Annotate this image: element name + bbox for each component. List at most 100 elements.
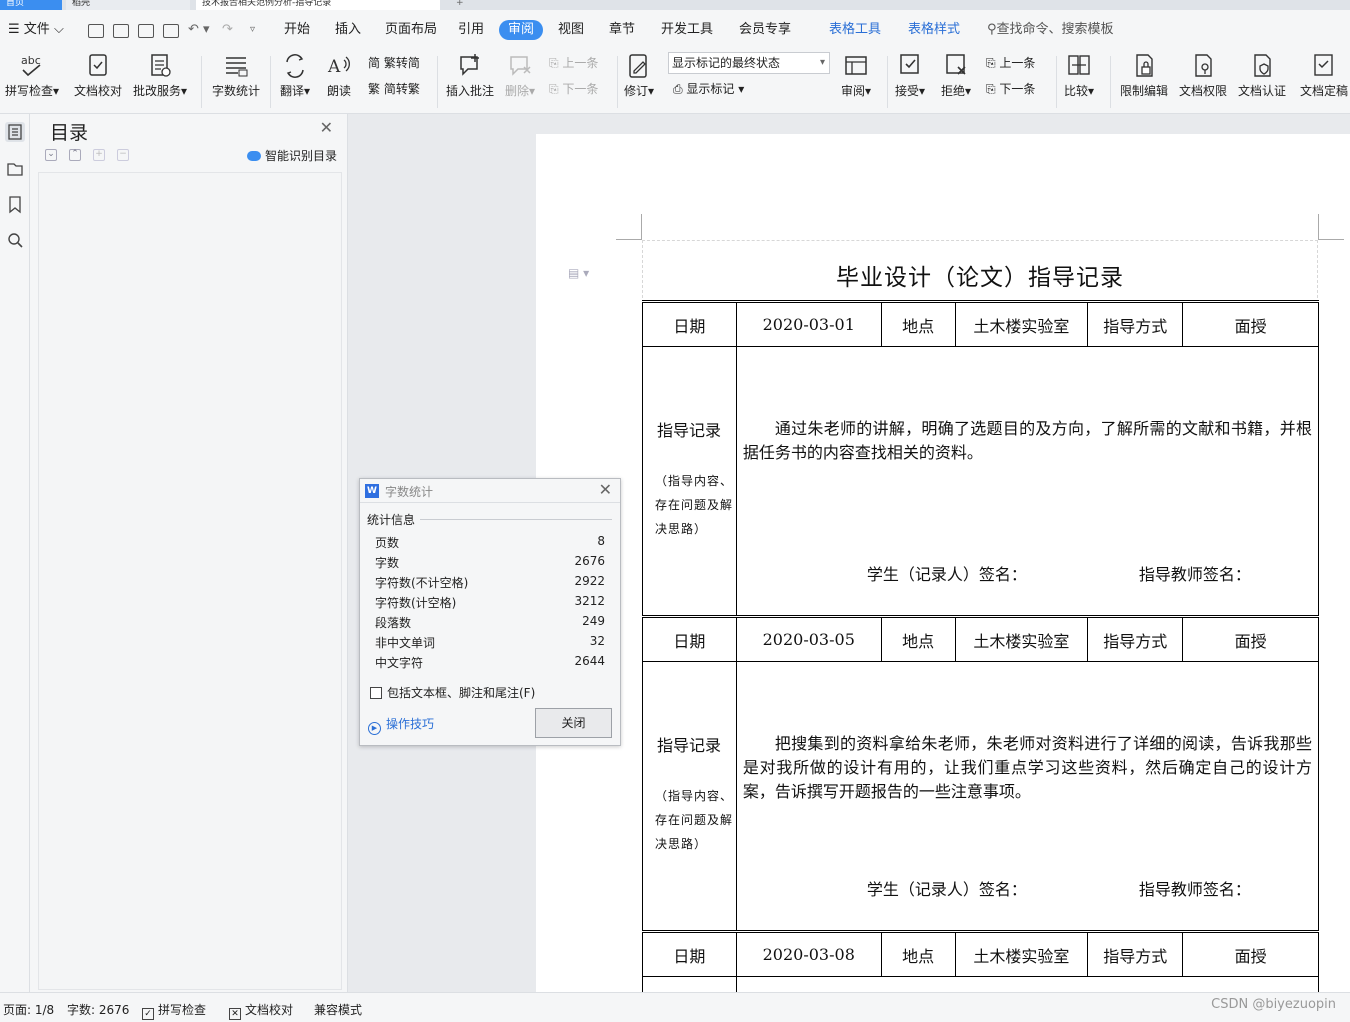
table-row: 日期 2020-03-01 地点 土木楼实验室 指导方式 面授 [642, 300, 1319, 347]
place-value[interactable]: 土木楼实验室 [954, 300, 1089, 347]
toc-nav-button[interactable] [5, 122, 25, 142]
delete-comment-button[interactable]: 删除▾ [505, 52, 535, 99]
bookmark-nav-button[interactable] [5, 194, 25, 214]
doc-permission-button[interactable]: 文档权限 [1179, 52, 1227, 99]
smart-toc-button[interactable]: 智能识别目录 [246, 147, 337, 164]
simp-to-trad-icon: 繁 [368, 82, 384, 96]
status-proofread-label: 文档校对 [245, 1003, 294, 1017]
review-pane-button[interactable]: 审阅▾ [841, 52, 871, 99]
dialog-title-bar[interactable]: W 字数统计 ✕ [360, 479, 620, 503]
compare-button[interactable]: 比较▾ [1064, 52, 1094, 99]
menu-item-start[interactable]: 开始 [284, 18, 310, 42]
page-indicator[interactable]: 页面: 1/8 [3, 1001, 54, 1018]
review-service-button[interactable]: 批改服务▾ [133, 52, 187, 99]
menu-item-chapter[interactable]: 章节 [609, 18, 635, 42]
word-count-button[interactable]: 字数统计 [212, 52, 260, 99]
dialog-title: 字数统计 [385, 485, 434, 499]
status-proofread[interactable]: ✕ 文档校对 [229, 1001, 293, 1020]
expand-all-icon[interactable]: ⌄ [45, 149, 57, 161]
markup-state-select[interactable]: 显示标记的最终状态 [668, 52, 830, 74]
record-body-cell[interactable]: 把搜集到的资料拿给朱老师，朱老师对资料进行了详细的阅读，告诉我那些是对我所做的设… [737, 662, 1318, 930]
dialog-close-button[interactable]: 关闭 [535, 708, 612, 738]
track-changes-button[interactable]: 修订▾ [624, 52, 654, 99]
tab-current-document[interactable]: 技术报告相关范例分析-指导记录 [196, 0, 440, 10]
accept-button[interactable]: 接受▾ [895, 52, 925, 99]
date-value[interactable]: 2020-03-08 [735, 930, 882, 977]
date-value[interactable]: 2020-03-01 [735, 300, 882, 347]
promote-level-icon[interactable]: + [93, 149, 105, 161]
mode-value[interactable]: 面授 [1182, 930, 1319, 977]
hamburger-icon: ☰ [8, 22, 24, 37]
translate-button[interactable]: 翻译▾ [280, 52, 310, 99]
record-body-cell[interactable]: 通过朱老师的讲解，明确了选题目的及方向，了解所需的文献和书籍，并根据任务书的内容… [737, 347, 1318, 615]
tab-home[interactable]: 首页 [0, 0, 62, 10]
check-icon: ✓ [142, 1008, 154, 1020]
command-search[interactable]: ⚲查找命令、搜索模板 [987, 18, 1114, 42]
finalize-icon [1311, 52, 1337, 80]
mode-value[interactable]: 面授 [1182, 615, 1319, 662]
mode-value[interactable]: 面授 [1182, 300, 1319, 347]
doc-certify-label: 文档认证 [1238, 84, 1287, 98]
spell-check-button[interactable]: abc 拼写检查▾ [5, 52, 59, 99]
read-aloud-label: 朗读 [326, 84, 351, 98]
print-icon[interactable] [138, 24, 154, 38]
document-page: 毕业设计（论文）指导记录 日期 2020-03-01 地点 土木楼实验室 指导方… [536, 134, 1350, 992]
status-spell-check[interactable]: ✓ 拼写检查 [142, 1001, 206, 1020]
review-pane-label: 审阅 [841, 84, 866, 98]
doc-finalize-button[interactable]: 文档定稿 [1300, 52, 1348, 99]
word-count-indicator[interactable]: 字数: 2676 [67, 1001, 129, 1018]
tips-link[interactable]: ▶ 操作技巧 [368, 715, 434, 735]
undo-icon[interactable]: ↶ ▾ [188, 18, 210, 42]
menu-item-layout[interactable]: 页面布局 [385, 18, 437, 42]
close-icon[interactable]: ✕ [599, 480, 612, 499]
tab-docer[interactable]: 稻壳 [66, 0, 190, 10]
tab-docer-label: 稻壳 [72, 0, 91, 8]
prev-change-button[interactable]: ⎘ 上一条 [986, 52, 1035, 74]
reject-label: 拒绝 [941, 84, 966, 98]
quick-access-dropdown-icon[interactable]: ▿ [250, 18, 255, 42]
doc-proofread-button[interactable]: 文档校对 [74, 52, 122, 99]
restrict-editing-button[interactable]: 限制编辑 [1120, 52, 1168, 99]
print-preview-icon[interactable] [163, 24, 179, 38]
date-value[interactable]: 2020-03-05 [735, 615, 882, 662]
new-tab-button[interactable]: + [450, 0, 470, 10]
place-label: 地点 [880, 615, 956, 662]
svg-text:A: A [327, 57, 341, 77]
next-comment-button[interactable]: ⎘ 下一条 [549, 78, 598, 100]
read-aloud-button[interactable]: A 朗读 [326, 52, 352, 99]
chapter-nav-button[interactable] [5, 158, 25, 178]
prev-comment-button[interactable]: ⎘ 上一条 [549, 52, 598, 74]
place-value[interactable]: 土木楼实验室 [954, 930, 1089, 977]
menu-item-table-style[interactable]: 表格样式 [908, 18, 960, 42]
date-label: 日期 [642, 930, 737, 977]
trad-to-simp-label: 繁转简 [383, 56, 420, 70]
redo-icon[interactable]: ↷ [222, 18, 233, 42]
save-icon[interactable] [88, 24, 104, 38]
close-icon[interactable]: ✕ [320, 118, 333, 137]
menu-item-developer[interactable]: 开发工具 [661, 18, 713, 42]
toc-panel: 目录 ✕ ⌄ ⌃ + − 智能识别目录 [30, 114, 348, 992]
demote-level-icon[interactable]: − [117, 149, 129, 161]
record-label: 指导记录 [656, 421, 721, 440]
menu-item-view[interactable]: 视图 [558, 18, 584, 42]
menu-item-reference[interactable]: 引用 [458, 18, 484, 42]
insert-comment-button[interactable]: 插入批注 [446, 52, 494, 99]
trad-to-simp-button[interactable]: 简 繁转简 [368, 52, 420, 74]
reject-button[interactable]: 拒绝▾ [941, 52, 971, 99]
export-pdf-icon[interactable] [113, 24, 129, 38]
checkbox-box[interactable] [370, 687, 382, 699]
menu-item-table-tools[interactable]: 表格工具 [829, 18, 881, 42]
menu-item-member[interactable]: 会员专享 [739, 18, 791, 42]
place-value[interactable]: 土木楼实验室 [954, 615, 1089, 662]
include-textbox-checkbox[interactable]: 包括文本框、脚注和尾注(F) [370, 684, 535, 701]
simp-to-trad-button[interactable]: 繁 简转繁 [368, 78, 420, 100]
menu-item-review[interactable]: 审阅 [499, 20, 544, 40]
file-menu[interactable]: ☰ 文件 ⌵ [8, 18, 64, 42]
show-markup-button[interactable]: ⎙ 显示标记 ▾ [673, 78, 744, 100]
collapse-all-icon[interactable]: ⌃ [69, 149, 81, 161]
menu-item-insert[interactable]: 插入 [335, 18, 361, 42]
doc-certify-button[interactable]: 文档认证 [1238, 52, 1286, 99]
find-nav-button[interactable] [5, 230, 25, 250]
next-change-button[interactable]: ⎘ 下一条 [986, 78, 1035, 100]
paragraph-handle-icon[interactable]: ▤ ▾ [568, 266, 589, 280]
